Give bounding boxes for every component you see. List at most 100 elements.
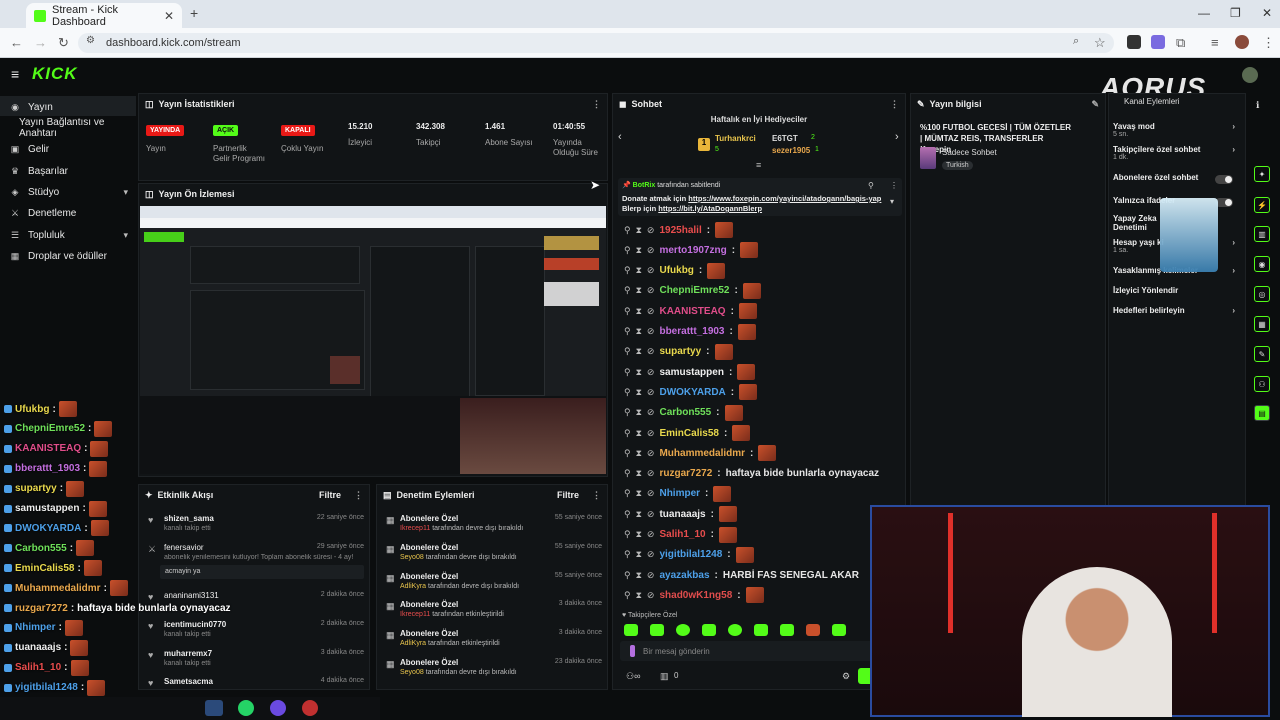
rail-icon[interactable]: ▦ (1254, 316, 1270, 332)
chat-username[interactable]: ChepniEmre52 (659, 285, 729, 296)
forward-icon[interactable]: → (34, 35, 47, 50)
emote-icon[interactable] (754, 624, 768, 636)
pin-message-icon[interactable]: ⚲ (624, 590, 631, 601)
timeout-icon[interactable]: ⧗ (636, 407, 642, 418)
chat-username[interactable]: tuanaaajs (659, 509, 705, 520)
back-icon[interactable]: ← (10, 35, 23, 50)
pin-message-icon[interactable]: ⚲ (624, 488, 631, 499)
chat-settings-icon[interactable]: ⚙ (842, 671, 850, 682)
emote-icon[interactable] (702, 624, 716, 636)
zoom-icon[interactable]: ⌕ (1073, 35, 1079, 48)
ban-icon[interactable]: ⊘ (647, 367, 655, 378)
kick-logo[interactable]: KICK (32, 64, 78, 84)
ban-icon[interactable]: ⊘ (647, 529, 655, 540)
more-options-icon[interactable]: ⋮ (890, 99, 899, 110)
chat-username[interactable]: 1925halil (659, 225, 701, 236)
extension-icon[interactable] (1127, 35, 1141, 49)
emote-icon[interactable] (676, 624, 690, 636)
browser-tab[interactable]: Stream - Kick Dashboard ✕ (26, 3, 182, 28)
reload-icon[interactable]: ↻ (58, 35, 69, 51)
pin-message-icon[interactable]: ⚲ (624, 326, 631, 337)
more-options-icon[interactable]: ⋮ (354, 490, 363, 501)
timeout-icon[interactable]: ⧗ (636, 245, 642, 256)
unpin-icon[interactable]: ⚲ (868, 181, 874, 190)
extension-icon[interactable] (1151, 35, 1165, 49)
emote-icon[interactable] (728, 624, 742, 636)
chat-username[interactable]: samustappen (659, 367, 723, 378)
chat-username[interactable]: EminCalis58 (659, 428, 718, 439)
setting-slow-mode[interactable]: Yavaş mod 5 sn. › (1113, 122, 1241, 140)
blerp-link[interactable]: https://bit.ly/AtaDogannBlerp (658, 204, 762, 213)
new-tab-icon[interactable]: + (190, 5, 198, 21)
rail-icon[interactable]: ✎ (1254, 346, 1270, 362)
restore-icon[interactable]: ❐ (1230, 6, 1241, 20)
timeout-icon[interactable]: ⧗ (636, 509, 642, 520)
toggle-switch[interactable] (1215, 175, 1233, 184)
taskbar-app-icon[interactable] (270, 700, 286, 716)
chat-username[interactable]: bberattt_1903 (659, 326, 724, 337)
timeout-icon[interactable]: ⧗ (636, 326, 642, 337)
timeout-icon[interactable]: ⧗ (636, 428, 642, 439)
pin-message-icon[interactable]: ⚲ (624, 225, 631, 236)
chat-username[interactable]: Carbon555 (659, 407, 711, 418)
rail-icon[interactable]: ⚇ (1254, 376, 1270, 392)
ban-icon[interactable]: ⊘ (647, 428, 655, 439)
ban-icon[interactable]: ⊘ (647, 509, 655, 520)
rail-icon[interactable]: ◉ (1254, 256, 1270, 272)
rail-icon[interactable]: ▤ (1254, 405, 1270, 421)
ban-icon[interactable]: ⊘ (647, 306, 655, 317)
pin-message-icon[interactable]: ⚲ (624, 306, 631, 317)
ban-icon[interactable]: ⊘ (647, 407, 655, 418)
taskbar-chrome-icon[interactable] (205, 700, 223, 716)
taskbar-obs-icon[interactable] (302, 700, 318, 716)
chat-username[interactable]: ayazakbas (659, 570, 709, 581)
ban-icon[interactable]: ⊘ (647, 346, 655, 357)
timeout-icon[interactable]: ⧗ (636, 285, 642, 296)
pin-message-icon[interactable]: ⚲ (624, 265, 631, 276)
bookmark-star-icon[interactable]: ☆ (1094, 35, 1106, 51)
ban-icon[interactable]: ⊘ (647, 387, 655, 398)
pin-message-icon[interactable]: ⚲ (624, 570, 631, 581)
emote-icon[interactable] (780, 624, 794, 636)
timeout-icon[interactable]: ⧗ (636, 529, 642, 540)
timeout-icon[interactable]: ⧗ (636, 387, 642, 398)
setting-raid[interactable]: İzleyici Yönlendir (1113, 286, 1241, 298)
pin-message-icon[interactable]: ⚲ (624, 407, 631, 418)
ban-icon[interactable]: ⊘ (647, 549, 655, 560)
chevron-down-icon[interactable]: ▾ (890, 197, 894, 206)
timeout-icon[interactable]: ⧗ (636, 265, 642, 276)
url-field[interactable]: dashboard.kick.com/stream (78, 33, 1114, 53)
rail-icon[interactable]: ◎ (1254, 286, 1270, 302)
timeout-icon[interactable]: ⧗ (636, 468, 642, 479)
sidebar-item-basarilar[interactable]: ♛ Başarılar (0, 161, 136, 181)
rail-icon[interactable]: ▥ (1254, 226, 1270, 242)
timeout-icon[interactable]: ⧗ (636, 367, 642, 378)
setting-goals[interactable]: Hedefleri belirleyin › (1113, 306, 1241, 318)
pin-message-icon[interactable]: ⚲ (624, 367, 631, 378)
ban-icon[interactable]: ⊘ (647, 245, 655, 256)
pin-message-icon[interactable]: ⚲ (624, 549, 631, 560)
sidebar-item-topluluk[interactable]: ☰ Topluluk ▾ (0, 225, 136, 245)
browser-menu-icon[interactable]: ⋮ (1262, 35, 1275, 51)
pin-message-icon[interactable]: ⚲ (624, 529, 631, 540)
info-icon[interactable]: ℹ (1256, 100, 1259, 111)
chevron-right-icon[interactable]: › (895, 131, 899, 143)
ban-icon[interactable]: ⊘ (647, 488, 655, 499)
chat-username[interactable]: DWOKYARDA (659, 387, 725, 398)
chat-username[interactable]: Salih1_10 (659, 529, 705, 540)
pin-message-icon[interactable]: ⚲ (624, 448, 631, 459)
timeout-icon[interactable]: ⧗ (636, 306, 642, 317)
chevron-left-icon[interactable]: ‹ (618, 131, 622, 143)
ban-icon[interactable]: ⊘ (647, 590, 655, 601)
people-icon[interactable]: ⚇∞ (626, 671, 640, 682)
timeout-icon[interactable]: ⧗ (636, 346, 642, 357)
chat-username[interactable]: Muhammedalidmr (659, 448, 745, 459)
pin-message-icon[interactable]: ⚲ (624, 428, 631, 439)
chat-username[interactable]: supartyy (659, 346, 701, 357)
sidebar-item-stream-key[interactable]: Yayın Bağlantısı ve Anahtarı (0, 117, 136, 139)
more-options-icon[interactable]: ⋮ (592, 490, 601, 501)
ban-icon[interactable]: ⊘ (647, 448, 655, 459)
pin-message-icon[interactable]: ⚲ (624, 346, 631, 357)
sidebar-item-droplar[interactable]: ▦ Droplar ve ödüller (0, 246, 136, 266)
filter-button[interactable]: Filtre (557, 490, 579, 500)
